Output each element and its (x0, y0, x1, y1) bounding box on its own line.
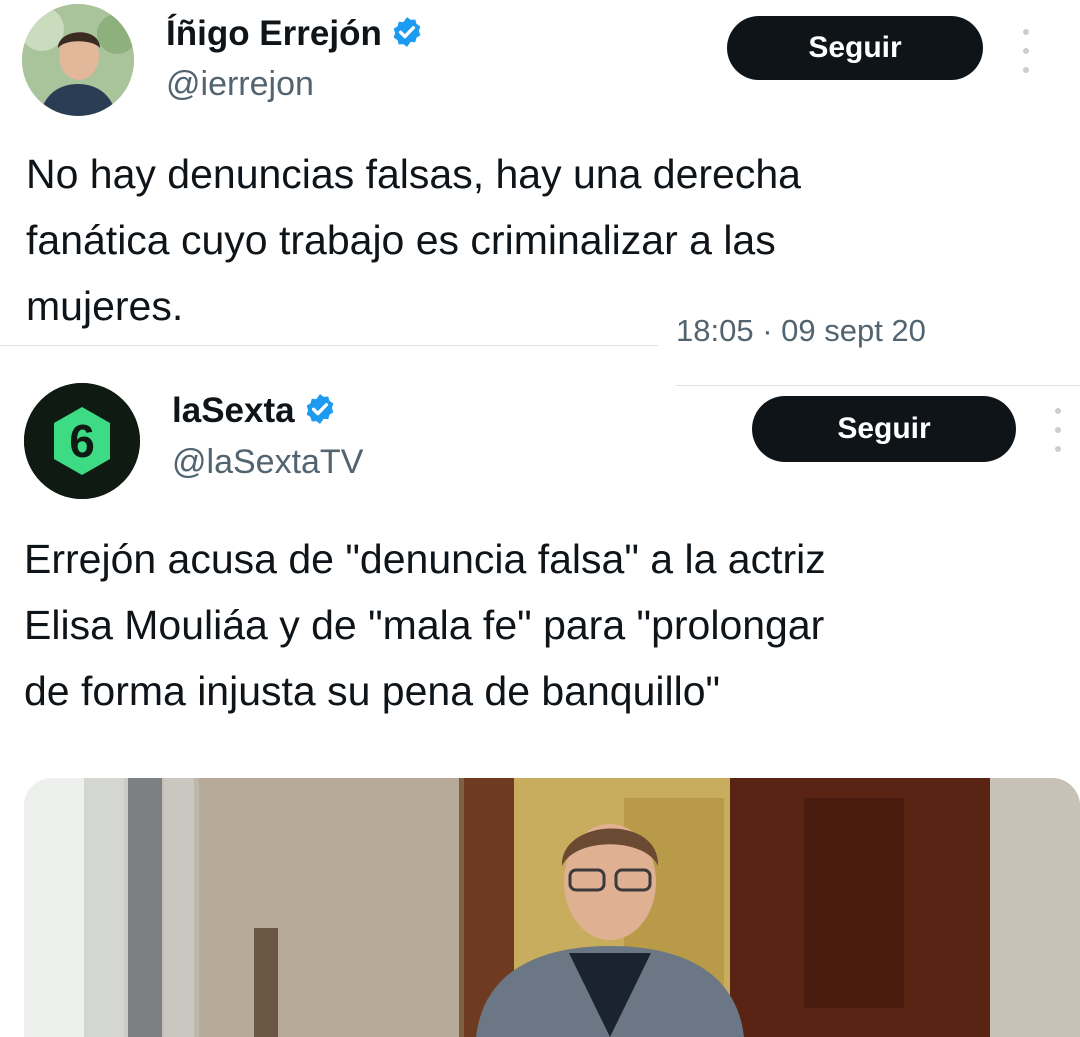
lasexta-logo-glyph: 6 (69, 415, 95, 467)
tweet-text: No hay denuncias falsas, hay una derecha… (26, 141, 1066, 339)
verified-badge-icon (393, 17, 421, 47)
tweet-text-line: No hay denuncias falsas, hay una derecha (26, 151, 801, 197)
tweet-media-image[interactable] (24, 778, 1080, 1037)
tweet-text-line: Elisa Mouliáa y de "mala fe" para "prolo… (24, 602, 825, 648)
tweet-text: Errejón acusa de "denuncia falsa" a la a… (24, 526, 1076, 724)
divider (676, 385, 1080, 386)
avatar-portrait-image (22, 4, 134, 116)
tweet-text-line: fanática cuyo trabajo es criminalizar a … (26, 217, 776, 263)
avatar-lasexta[interactable]: 6 (24, 383, 140, 499)
author-name[interactable]: Íñigo Errejón (166, 14, 382, 53)
avatar-errejon[interactable] (22, 4, 134, 116)
follow-button[interactable]: Seguir (727, 16, 983, 80)
more-options-icon[interactable] (1020, 29, 1032, 73)
tweet-text-line: Errejón acusa de "denuncia falsa" a la a… (24, 536, 826, 582)
author-handle[interactable]: @laSextaTV (172, 442, 363, 482)
author-handle[interactable]: @ierrejon (166, 64, 314, 104)
follow-button[interactable]: Seguir (752, 396, 1016, 462)
tweet-text-line: de forma injusta su pena de banquillo" (24, 668, 721, 714)
lasexta-logo-icon: 6 (24, 383, 140, 499)
divider (0, 345, 658, 346)
more-options-icon[interactable] (1052, 408, 1064, 452)
tweet-timestamp[interactable]: 18:05 · 09 sept 20 (676, 313, 926, 349)
verified-badge-icon (306, 394, 333, 424)
author-name-row[interactable]: Íñigo Errejón (166, 14, 424, 54)
author-name[interactable]: laSexta (172, 391, 295, 430)
media-photo (24, 778, 1080, 1037)
author-name-row[interactable]: laSexta (172, 391, 337, 431)
